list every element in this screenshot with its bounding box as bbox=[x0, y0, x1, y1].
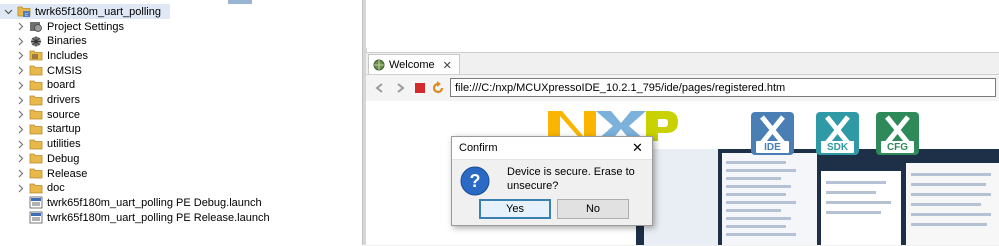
badge-sdk[interactable]: SDK bbox=[815, 111, 860, 156]
badge-cfg[interactable]: CFG bbox=[875, 111, 920, 156]
tree-item-label: Release bbox=[47, 167, 88, 180]
tree-item[interactable]: Includes bbox=[16, 48, 88, 63]
tree-item-label: doc bbox=[47, 182, 65, 195]
dialog-titlebar: Confirm ✕ bbox=[452, 137, 652, 160]
badge-ide[interactable]: IDE bbox=[750, 111, 795, 156]
chevron-right-icon[interactable] bbox=[16, 110, 25, 119]
tree-item[interactable]: source bbox=[16, 107, 80, 122]
tab-welcome[interactable]: Welcome ✕ bbox=[368, 54, 460, 75]
close-icon[interactable]: ✕ bbox=[443, 59, 452, 72]
badge-label: IDE bbox=[764, 142, 781, 153]
tree-item-label: source bbox=[47, 108, 81, 121]
tree-item-label: startup bbox=[47, 123, 81, 136]
dialog-title: Confirm bbox=[459, 142, 498, 154]
tree-item[interactable]: Binaries bbox=[16, 34, 87, 49]
stop-icon[interactable] bbox=[412, 80, 428, 96]
chevron-right-icon[interactable] bbox=[16, 154, 25, 163]
tree-item-label: drivers bbox=[47, 94, 81, 106]
folder-icon bbox=[29, 94, 43, 107]
back-icon[interactable] bbox=[372, 80, 388, 96]
url-input[interactable]: file:///C:/nxp/MCUXpressoIDE_10.2.1_795/… bbox=[450, 78, 996, 97]
chevron-right-icon[interactable] bbox=[16, 184, 25, 193]
tree-root-project[interactable]: c twrk65f180m_uart_polling bbox=[0, 4, 170, 19]
folder-icon bbox=[29, 108, 43, 121]
folder-icon bbox=[29, 79, 43, 92]
forward-icon[interactable] bbox=[392, 80, 408, 96]
tree-item[interactable]: startup bbox=[16, 122, 81, 137]
tree-item[interactable]: Project Settings bbox=[16, 19, 124, 34]
dialog-message: Device is secure. Erase to unsecure? bbox=[507, 166, 635, 192]
svg-text:?: ? bbox=[470, 171, 481, 191]
tree-item[interactable]: Release bbox=[16, 166, 87, 181]
chevron-right-icon[interactable] bbox=[16, 51, 25, 60]
refresh-icon[interactable] bbox=[430, 80, 446, 96]
screenshot-collage bbox=[636, 149, 999, 245]
tree-item-label: Project Settings bbox=[47, 20, 125, 33]
tree-item-label: Includes bbox=[47, 49, 88, 62]
tree-item[interactable]: CMSIS bbox=[16, 63, 82, 78]
badge-label: CFG bbox=[886, 142, 909, 153]
chevron-right-icon[interactable] bbox=[16, 22, 25, 31]
project-icon: c bbox=[17, 5, 31, 18]
project-explorer: c twrk65f180m_uart_polling Project Setting… bbox=[0, 0, 362, 245]
includes-icon bbox=[29, 49, 43, 62]
tab-welcome-label: Welcome bbox=[389, 59, 435, 71]
chevron-right-icon[interactable] bbox=[16, 125, 25, 134]
no-button[interactable]: No bbox=[557, 199, 629, 219]
chevron-right-icon[interactable] bbox=[16, 37, 25, 46]
tree-item[interactable]: twrk65f180m_uart_polling PE Debug.launch bbox=[16, 195, 262, 210]
chevron-right-icon[interactable] bbox=[16, 66, 25, 75]
binaries-icon bbox=[29, 35, 43, 48]
tree-item-label: CMSIS bbox=[47, 64, 82, 77]
view-toolbar-strip bbox=[228, 0, 252, 4]
tree-item[interactable]: board bbox=[16, 78, 75, 93]
tree-item[interactable]: twrk65f180m_uart_polling PE Release.laun… bbox=[16, 210, 270, 225]
yes-button[interactable]: Yes bbox=[479, 199, 551, 219]
chevron-right-icon[interactable] bbox=[16, 96, 25, 105]
tree-item[interactable]: utilities bbox=[16, 137, 81, 152]
tree-item-label: utilities bbox=[47, 138, 81, 151]
folder-icon bbox=[29, 182, 43, 195]
chevron-right-icon[interactable] bbox=[16, 140, 25, 149]
settings-icon bbox=[29, 20, 43, 33]
question-icon: ? bbox=[460, 166, 490, 196]
editor-area bbox=[366, 0, 999, 48]
tree-item[interactable]: drivers bbox=[16, 93, 80, 108]
folder-icon bbox=[29, 167, 43, 180]
launch-file-icon bbox=[29, 211, 43, 224]
tree-item-label: Binaries bbox=[47, 35, 87, 48]
chevron-right-icon[interactable] bbox=[16, 169, 25, 178]
tree-item-label: twrk65f180m_uart_polling PE Debug.launch bbox=[47, 196, 262, 209]
folder-icon bbox=[29, 123, 43, 136]
launch-file-icon bbox=[29, 196, 43, 209]
tree-item[interactable]: doc bbox=[16, 181, 65, 196]
folder-icon bbox=[29, 152, 43, 165]
tree-item-label: twrk65f180m_uart_polling bbox=[35, 5, 161, 18]
confirm-dialog: Confirm ✕ ? Device is secure. Erase to u… bbox=[451, 136, 653, 226]
folder-icon bbox=[29, 138, 43, 151]
tree-item-label: Debug bbox=[47, 152, 80, 165]
tree-item-label: twrk65f180m_uart_polling PE Release.laun… bbox=[47, 211, 270, 224]
close-icon[interactable]: ✕ bbox=[632, 140, 643, 156]
globe-icon bbox=[373, 59, 385, 71]
chevron-right-icon[interactable] bbox=[16, 81, 25, 90]
chevron-down-icon[interactable] bbox=[4, 7, 13, 16]
badge-label: SDK bbox=[826, 142, 849, 153]
tree-item[interactable]: Debug bbox=[16, 151, 79, 166]
folder-icon bbox=[29, 64, 43, 77]
tree-item-label: board bbox=[47, 79, 76, 92]
